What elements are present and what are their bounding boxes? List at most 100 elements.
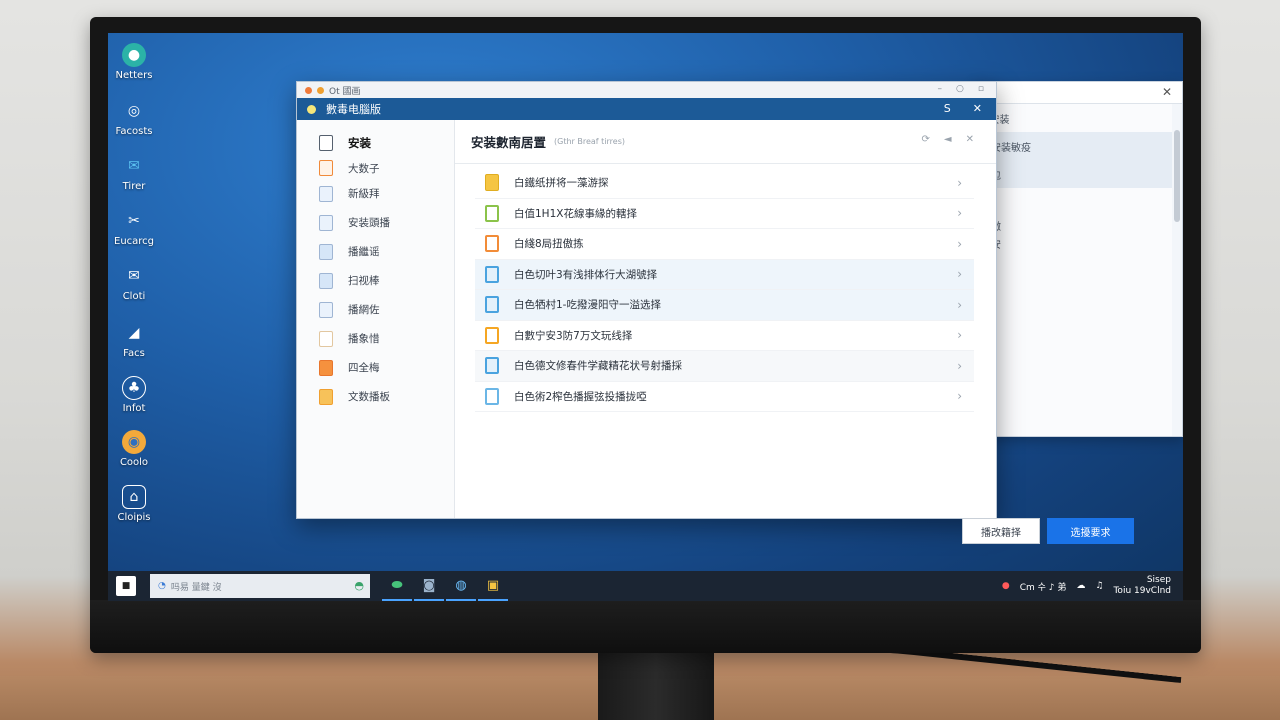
desktop-icon-label: Eucarcg	[114, 236, 155, 247]
sidebar-item-8[interactable]: 播象惜	[297, 324, 454, 353]
list-item[interactable]: 冷安	[975, 234, 1172, 252]
app-title-bar: 數毒电腦版 S ✕	[297, 98, 996, 120]
network-icon[interactable]: ☁	[1076, 581, 1085, 591]
desktop-icon-label: Facs	[123, 348, 145, 359]
sidebar: 安装 大数子 新級拜 安装頭播 播繼谣 扫视棒 播網佐 播象惜 四全梅 文数播板	[297, 120, 455, 518]
desktop-icon-cloipis[interactable]: ⌂ Cloipis	[114, 485, 154, 523]
settings-icon[interactable]: S	[944, 102, 951, 115]
sidebar-item-label: 文数播板	[348, 391, 390, 403]
taskbar-app-icon[interactable]: ◙	[414, 571, 444, 601]
background-window[interactable]: ✕ ॉ安装 阿安装敏疫 脱包 成徵 冷安	[974, 81, 1183, 437]
list-item[interactable]: 白色牺村1-吃撥漫阳守一溢选择 ›	[475, 290, 974, 321]
assistant-icon[interactable]: ◓	[354, 579, 364, 592]
scrollbar[interactable]	[1174, 130, 1180, 222]
presentation-icon	[485, 235, 499, 253]
desktop-icon-coolo[interactable]: ◉ Coolo	[114, 430, 154, 468]
list-item[interactable]: 白鐵纸拼将一藻游探 ›	[475, 168, 974, 199]
list-item[interactable]: 白值1H1X花線事緣的轄择 ›	[475, 199, 974, 229]
sidebar-item-7[interactable]: 播網佐	[297, 295, 454, 324]
taskbar-search[interactable]: ◔ 吗易 量鍵 沒 ◓	[150, 574, 370, 598]
install-icon	[319, 134, 333, 151]
list-item[interactable]: 白色德文修春件学藏精花状号射播採 ›	[475, 351, 974, 382]
list-item[interactable]: 白色切叶3有浅排体行大湖號择 ›	[475, 259, 974, 290]
app-title: 數毒电腦版	[326, 103, 381, 116]
primary-button[interactable]: 选擾要求	[1047, 518, 1134, 544]
outer-window-title: Ot 國画	[329, 86, 361, 97]
app-icon: ⌂	[122, 485, 146, 509]
folder-icon	[485, 174, 499, 192]
sidebar-item-4[interactable]: 安装頭播	[297, 208, 454, 237]
sidebar-item-label: 播繼谣	[348, 246, 380, 258]
list-item-label: 白數宁安3防7万文玩线择	[514, 329, 633, 342]
document-icon	[319, 330, 333, 347]
sidebar-item-label: 安装頭播	[348, 217, 390, 229]
list-item[interactable]: 阿安装敏疫	[975, 132, 1172, 160]
tools-icon: ✂	[128, 213, 140, 229]
desktop-icon-facs[interactable]: ◢ Facs	[114, 321, 154, 359]
sidebar-item-label: 播網佐	[348, 304, 380, 316]
desktop-icon-label: Cloipis	[117, 512, 151, 523]
volume-icon[interactable]: ♫	[1095, 581, 1103, 591]
document-icon	[319, 214, 333, 231]
tray-status[interactable]: Cm 수 ♪ 弟	[1020, 580, 1067, 593]
sidebar-item-5[interactable]: 播繼谣	[297, 237, 454, 266]
sidebar-item-label: 扫视棒	[348, 275, 380, 287]
list-item-label: 白色牺村1-吃撥漫阳守一溢选择	[514, 299, 661, 312]
taskbar: ■ ◔ 吗易 量鍵 沒 ◓ ⬬ ◙ ◍ ▣ ● Cm 수 ♪ 弟 ☁ ♫ Sis…	[108, 571, 1183, 601]
minimize-icon[interactable]: –	[938, 84, 943, 94]
notification-icon[interactable]: ●	[1002, 581, 1010, 591]
sidebar-item-2[interactable]: 大数子	[297, 157, 454, 179]
desktop-icon-label: Infot	[122, 403, 146, 414]
sidebar-item-9[interactable]: 四全梅	[297, 353, 454, 382]
folder-icon[interactable]: ▣	[478, 571, 508, 601]
maximize-icon[interactable]: ○	[956, 84, 964, 94]
start-button[interactable]: ■	[116, 576, 136, 596]
system-tray: ● Cm 수 ♪ 弟 ☁ ♫ Sisep Toiu 19vClnd	[1002, 571, 1171, 601]
chevron-right-icon: ›	[957, 206, 962, 221]
document-icon	[485, 387, 499, 405]
close-dot-icon[interactable]	[305, 86, 312, 94]
window-controls: – ○ ▫	[938, 84, 984, 94]
sidebar-item-10[interactable]: 文数播板	[297, 382, 454, 411]
sidebar-item-3[interactable]: 新級拜	[297, 179, 454, 208]
search-icon: ◎	[127, 103, 141, 119]
desktop-icon-facosts[interactable]: ◎ Facosts	[114, 99, 154, 137]
taskbar-app-icon[interactable]: ◍	[446, 571, 476, 601]
list-item[interactable]: 白色術2榨色播握弦投播拢啞 ›	[475, 382, 974, 412]
desktop-icon-eucarcg[interactable]: ✂ Eucarcg	[114, 209, 154, 247]
desktop-icon-infot[interactable]: ♣ Infot	[114, 376, 154, 414]
document-icon	[485, 204, 499, 222]
content-title: 安装數南居置	[471, 135, 547, 150]
refresh-icon[interactable]: ⟳	[922, 134, 930, 145]
close-icon[interactable]: ✕	[1162, 85, 1172, 99]
clock-time: Sisep	[1146, 575, 1171, 585]
pin-icon[interactable]: ◄	[944, 134, 952, 145]
browser-icon: ◉	[122, 430, 146, 454]
close-icon[interactable]: ▫	[978, 84, 984, 94]
content-pane: 安装數南居置 (Gthr Breaf tirres) ⟳ ◄ ✕ 白鐵纸拼将一藻…	[455, 120, 1134, 544]
folder-icon	[319, 359, 333, 376]
sidebar-item-6[interactable]: 扫视棒	[297, 266, 454, 295]
list-item[interactable]: 白綫8局扭傲拣 ›	[475, 229, 974, 260]
desktop-icon-label: Tirer	[122, 181, 146, 192]
close-icon[interactable]: ✕	[973, 102, 982, 115]
minimize-dot-icon[interactable]	[317, 86, 324, 94]
list-item[interactable]: ॉ安装	[975, 104, 1172, 132]
desktop-icon-cloti[interactable]: ✉ Cloti	[114, 264, 154, 302]
outer-title-bar: Ot 國画 – ○ ▫	[297, 82, 996, 98]
desktop-icon-tirer[interactable]: ✉ Tirer	[114, 154, 154, 192]
close-icon[interactable]: ✕	[966, 134, 974, 145]
taskbar-app-icon[interactable]: ⬬	[382, 571, 412, 601]
clock[interactable]: Sisep Toiu 19vClnd	[1113, 575, 1171, 597]
desktop-icon-netters[interactable]: ● Netters	[114, 43, 154, 81]
monitor-chin	[90, 600, 1201, 653]
secondary-button[interactable]: 播改籍择	[962, 518, 1040, 544]
list-item[interactable]: 脱包	[975, 160, 1172, 188]
sidebar-item-install[interactable]: 安装	[297, 128, 454, 157]
document-icon	[485, 357, 499, 375]
sidebar-item-label: 大数子	[348, 162, 380, 175]
list-item[interactable]: 成徵	[975, 216, 1172, 234]
desktop-screen: ● Netters ◎ Facosts ✉ Tirer ✂ Eucarcg ✉ …	[108, 33, 1183, 601]
list-item[interactable]: 白數宁安3防7万文玩线择 ›	[475, 321, 974, 351]
app-logo-icon	[307, 104, 316, 114]
